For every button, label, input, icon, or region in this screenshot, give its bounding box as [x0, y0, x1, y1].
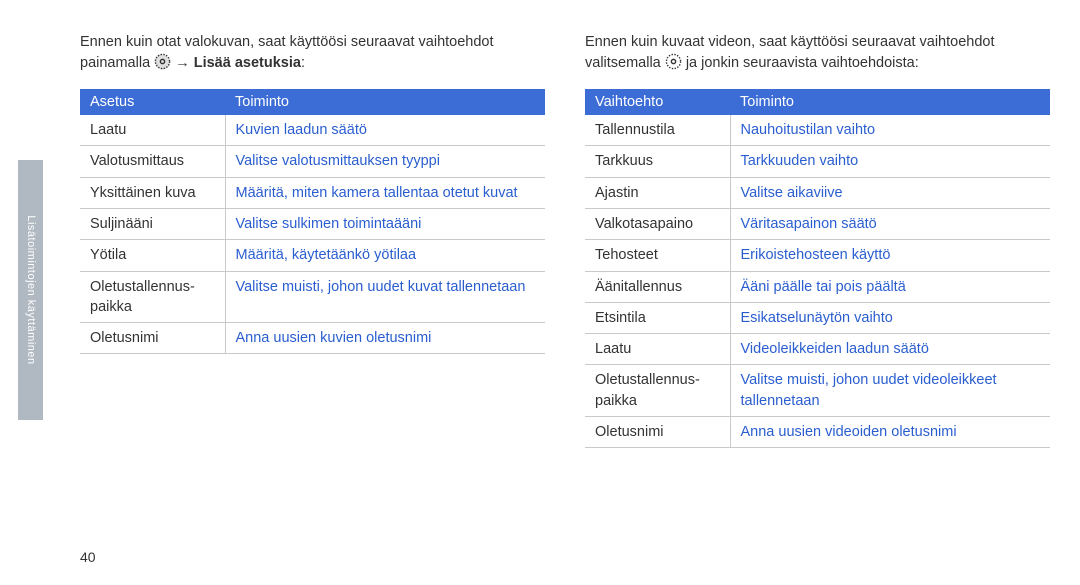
page: Lisätoimintojen käyttäminen Ennen kuin o…	[0, 0, 1080, 585]
cell: Yötila	[80, 240, 225, 271]
table-row: OletusnimiAnna uusien videoiden oletusni…	[585, 417, 1050, 448]
intro-right: Ennen kuin kuvaat videon, saat käyttöösi…	[585, 32, 1050, 77]
cell: Tarkkuuden vaihto	[730, 146, 1050, 177]
cell: Anna uusien videoiden oletusnimi	[730, 417, 1050, 448]
table-row: OletusnimiAnna uusien kuvien oletusnimi	[80, 323, 545, 354]
column-right: Ennen kuin kuvaat videon, saat käyttöösi…	[585, 32, 1050, 448]
cell: Valitse muisti, johon uudet kuvat tallen…	[225, 271, 545, 323]
cell: Nauhoitustilan vaihto	[730, 115, 1050, 146]
table-row: Oletustallennus-paikkaValitse muisti, jo…	[585, 365, 1050, 417]
cell: Oletustallennus-paikka	[585, 365, 730, 417]
table-row: AjastinValitse aikaviive	[585, 177, 1050, 208]
cell: Ääni päälle tai pois päältä	[730, 271, 1050, 302]
cell: Oletusnimi	[80, 323, 225, 354]
table-row: TarkkuusTarkkuuden vaihto	[585, 146, 1050, 177]
cell: Määritä, miten kamera tallentaa otetut k…	[225, 177, 545, 208]
table-row: ValotusmittausValitse valotusmittauksen …	[80, 146, 545, 177]
cell: Erikoistehosteen käyttö	[730, 240, 1050, 271]
th-right-1: Vaihtoehto	[585, 89, 730, 115]
page-number: 40	[80, 549, 96, 565]
table-row: YötilaMääritä, käytetäänkö yötilaa	[80, 240, 545, 271]
intro-left-b: →	[175, 55, 194, 71]
intro-left-bold: Lisää asetuksia	[194, 55, 301, 71]
content-columns: Ennen kuin otat valokuvan, saat käyttöös…	[80, 32, 1050, 448]
table-row: ValkotasapainoVäritasapainon säätö	[585, 208, 1050, 239]
intro-left: Ennen kuin otat valokuvan, saat käyttöös…	[80, 32, 545, 77]
table-row: ÄänitallennusÄäni päälle tai pois päältä	[585, 271, 1050, 302]
table-row: LaatuKuvien laadun säätö	[80, 115, 545, 146]
table-left: Asetus Toiminto LaatuKuvien laadun säätö…	[80, 89, 545, 354]
side-tab-box: Lisätoimintojen käyttäminen	[18, 160, 43, 420]
cell: Tehosteet	[585, 240, 730, 271]
side-tab-label: Lisätoimintojen käyttäminen	[25, 215, 37, 364]
cell: Kuvien laadun säätö	[225, 115, 545, 146]
cell: Valitse aikaviive	[730, 177, 1050, 208]
table-row: TallennustilaNauhoitustilan vaihto	[585, 115, 1050, 146]
side-tab-blank	[18, 0, 43, 160]
table-row: SuljinääniValitse sulkimen toimintaääni	[80, 208, 545, 239]
cell: Esikatselunäytön vaihto	[730, 302, 1050, 333]
cell: Suljinääni	[80, 208, 225, 239]
cell: Yksittäinen kuva	[80, 177, 225, 208]
table-row: TehosteetErikoistehosteen käyttö	[585, 240, 1050, 271]
table-row: Yksittäinen kuvaMääritä, miten kamera ta…	[80, 177, 545, 208]
cell: Etsintila	[585, 302, 730, 333]
side-tab: Lisätoimintojen käyttäminen	[18, 0, 43, 585]
gear-icon	[665, 53, 682, 77]
cell: Valotusmittaus	[80, 146, 225, 177]
cell: Laatu	[80, 115, 225, 146]
cell: Laatu	[585, 334, 730, 365]
cell: Valkotasapaino	[585, 208, 730, 239]
th-right-2: Toiminto	[730, 89, 1050, 115]
cell: Tarkkuus	[585, 146, 730, 177]
table-row: EtsintilaEsikatselunäytön vaihto	[585, 302, 1050, 333]
cell: Ajastin	[585, 177, 730, 208]
th-left-2: Toiminto	[225, 89, 545, 115]
cell: Väritasapainon säätö	[730, 208, 1050, 239]
cell: Valitse sulkimen toimintaääni	[225, 208, 545, 239]
intro-left-d: :	[301, 55, 305, 71]
intro-right-b: ja jonkin seuraavista vaihtoehdoista:	[686, 55, 919, 71]
table-row: Oletustallennus-paikkaValitse muisti, jo…	[80, 271, 545, 323]
cell: Videoleikkeiden laadun säätö	[730, 334, 1050, 365]
cell: Määritä, käytetäänkö yötilaa	[225, 240, 545, 271]
table-right: Vaihtoehto Toiminto TallennustilaNauhoit…	[585, 89, 1050, 448]
cell: Äänitallennus	[585, 271, 730, 302]
cell: Valitse valotusmittauksen tyyppi	[225, 146, 545, 177]
column-left: Ennen kuin otat valokuvan, saat käyttöös…	[80, 32, 545, 448]
th-left-1: Asetus	[80, 89, 225, 115]
cell: Tallennustila	[585, 115, 730, 146]
table-row: LaatuVideoleikkeiden laadun säätö	[585, 334, 1050, 365]
cell: Oletusnimi	[585, 417, 730, 448]
cell: Valitse muisti, johon uudet videoleikkee…	[730, 365, 1050, 417]
cell: Anna uusien kuvien oletusnimi	[225, 323, 545, 354]
cell: Oletustallennus-paikka	[80, 271, 225, 323]
gear-icon	[154, 53, 171, 77]
